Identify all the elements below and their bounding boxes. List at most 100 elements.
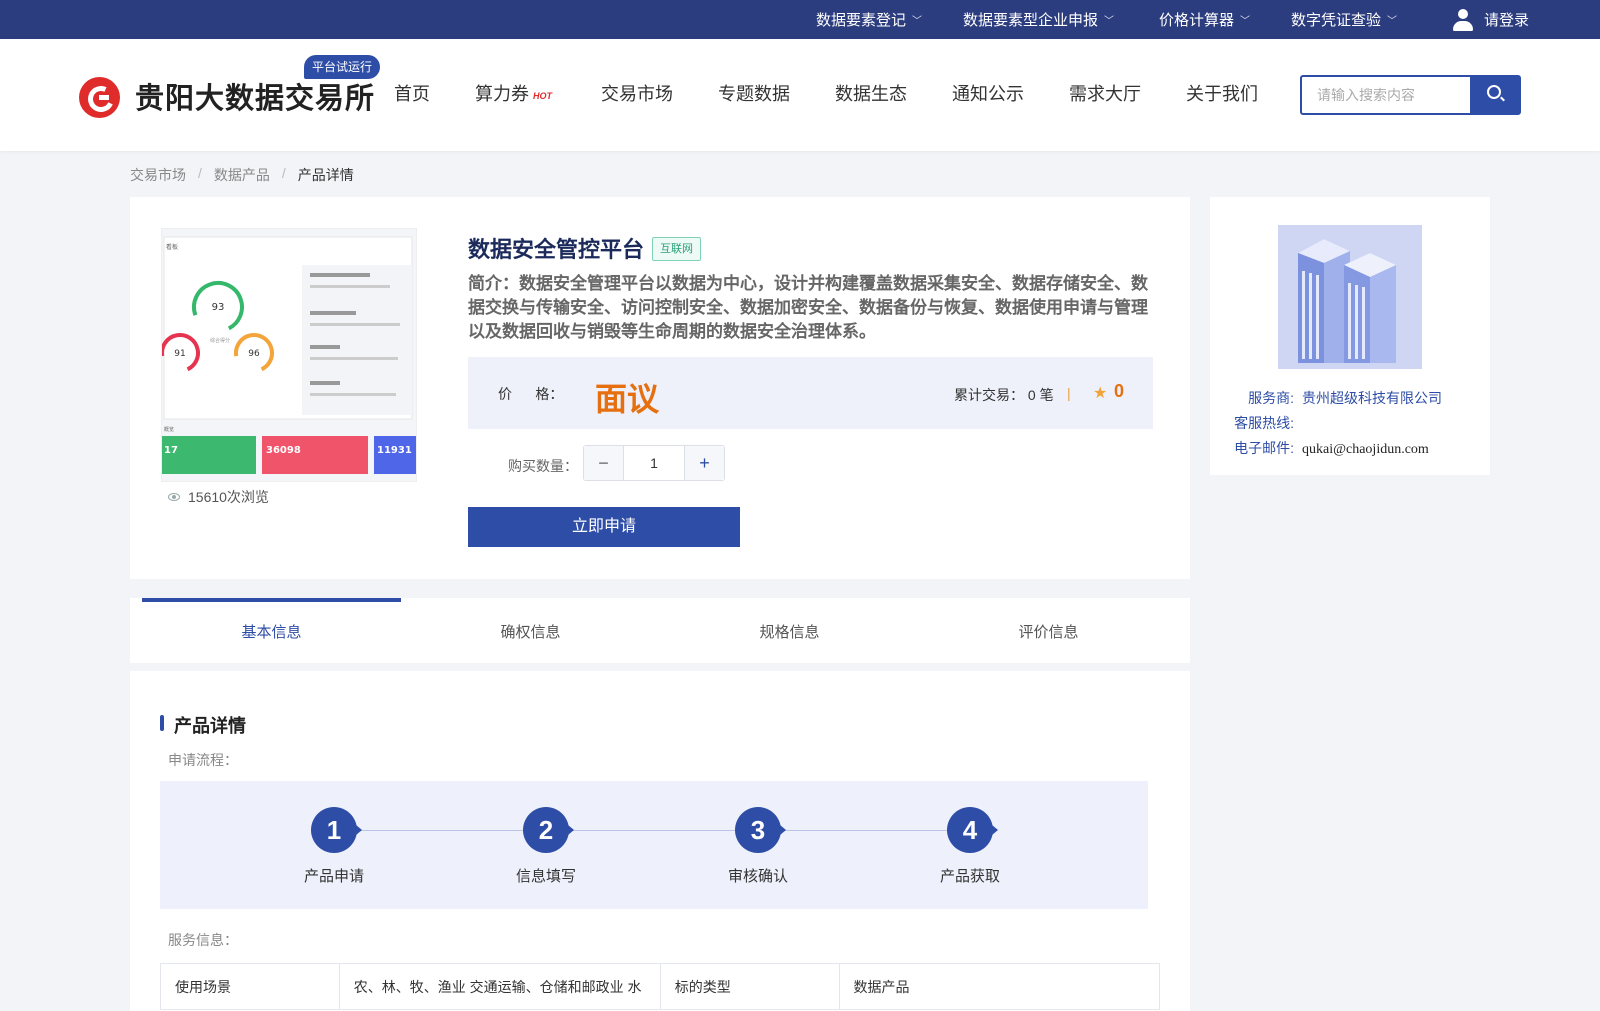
flow-connector	[355, 830, 991, 831]
email-row: 电子邮件: qukai@chaojidun.com	[1219, 438, 1429, 458]
nav-notices[interactable]: 通知公示	[952, 79, 1024, 109]
logo-text[interactable]: 贵阳大数据交易所	[135, 75, 375, 117]
nav-market[interactable]: 交易市场	[601, 79, 673, 109]
price-value: 面议	[595, 381, 660, 417]
login-label: 请登录	[1484, 12, 1530, 29]
svg-text:看板: 看板	[166, 243, 178, 251]
category-tag: 互联网	[652, 237, 701, 261]
price-label: 价 格：	[498, 386, 564, 402]
svg-text:96: 96	[248, 349, 260, 359]
provider-name[interactable]: 贵州超级科技有限公司	[1302, 390, 1442, 406]
quantity-stepper: − 1 +	[583, 445, 725, 481]
table-cell-key: 使用场景	[160, 963, 340, 1010]
search-box	[1300, 75, 1521, 115]
step-label: 产品获取	[939, 868, 1000, 885]
table-cell-value: 农、林、牧、渔业 交通运输、仓储和邮政业 水	[338, 963, 661, 1010]
breadcrumb-market[interactable]: 交易市场	[130, 165, 186, 185]
breadcrumb: 交易市场 / 数据产品 / 产品详情	[130, 165, 354, 185]
nav-demand-hall[interactable]: 需求大厅	[1069, 79, 1141, 109]
step-label: 审核确认	[727, 868, 788, 885]
user-icon	[1452, 8, 1474, 31]
flow-step: 2 信息填写	[486, 807, 606, 886]
service-info-table: 使用场景 农、林、牧、渔业 交通运输、仓储和邮政业 水 标的类型 数据产品	[160, 963, 1161, 1010]
table-cell-value: 数据产品	[838, 963, 1161, 1010]
hotline-key: 客服热线:	[1234, 415, 1294, 431]
nav-compute-voucher[interactable]: 算力券	[475, 79, 529, 109]
svg-text:93: 93	[212, 302, 225, 313]
step-label: 产品申请	[303, 868, 364, 885]
search-input[interactable]	[1302, 77, 1470, 113]
trade-count: 累计交易： 0 笔	[954, 387, 1054, 403]
provider-key: 服务商:	[1248, 390, 1294, 406]
step-number: 4	[947, 807, 998, 853]
quantity-label: 购买数量：	[508, 458, 578, 474]
provider-row: 服务商: 贵州超级科技有限公司	[1219, 388, 1442, 408]
chevron-down-icon: ﹀	[1387, 16, 1398, 27]
view-count: 15610次浏览	[168, 487, 269, 507]
flow-step: 4 产品获取	[910, 807, 1030, 886]
quantity-input[interactable]: 1	[624, 446, 684, 480]
search-button[interactable]	[1470, 75, 1520, 115]
nav-home[interactable]: 首页	[394, 79, 430, 109]
tab-spec-info[interactable]: 规格信息	[660, 598, 919, 663]
trial-badge: 平台试运行	[304, 55, 381, 79]
search-icon	[1487, 85, 1501, 99]
svg-text:91: 91	[174, 349, 185, 359]
chevron-down-icon: ﹀	[1240, 16, 1251, 27]
login-link[interactable]: 请登录	[1452, 0, 1529, 39]
tab-rights-info[interactable]: 确权信息	[401, 598, 660, 663]
svg-text:综合得分: 综合得分	[210, 337, 230, 344]
svg-text:11931: 11931	[377, 445, 412, 456]
view-count-text: 15610次浏览	[188, 489, 269, 505]
product-title: 数据安全管控平台	[468, 237, 645, 262]
step-number: 2	[523, 807, 574, 853]
increase-button[interactable]: +	[684, 446, 724, 480]
hotline-row: 客服热线:	[1219, 413, 1302, 433]
dashboard-preview-image: 看板 93 综合得分 91 96 概览 17 36098 11931	[162, 229, 416, 481]
top-bar: 数据要素登记 ﹀ 数据要素型企业申报 ﹀ 价格计算器 ﹀ 数字凭证查验 ﹀ 请登录	[0, 0, 1600, 39]
eye-icon	[168, 493, 180, 501]
table-row: 使用场景 农、林、牧、渔业 交通运输、仓储和邮政业 水 标的类型 数据产品	[160, 963, 1161, 1010]
price-panel: 价 格： 面议 累计交易： 0 笔 | ★ 0	[468, 357, 1153, 429]
nav-ecosystem[interactable]: 数据生态	[835, 79, 907, 109]
step-label: 信息填写	[515, 868, 576, 885]
topbar-item-certificate-check[interactable]: 数字凭证查验 ﹀	[1291, 0, 1397, 39]
topbar-item-label: 价格计算器	[1159, 12, 1235, 29]
chevron-down-icon: ﹀	[912, 16, 923, 27]
tab-review-info[interactable]: 评价信息	[919, 598, 1178, 663]
decrease-button[interactable]: −	[584, 446, 624, 480]
logo-icon[interactable]	[79, 77, 120, 118]
step-number: 3	[735, 807, 786, 853]
flow-step: 1 产品申请	[274, 807, 394, 886]
table-cell-key: 标的类型	[659, 963, 840, 1010]
hot-badge: HOT	[533, 91, 552, 101]
email-key: 电子邮件:	[1234, 440, 1294, 456]
topbar-item-price-calculator[interactable]: 价格计算器 ﹀	[1159, 0, 1250, 39]
chevron-down-icon: ﹀	[1104, 16, 1115, 27]
topbar-item-label: 数据要素型企业申报	[963, 12, 1099, 29]
topbar-item-label: 数据要素登记	[816, 12, 907, 29]
breadcrumb-separator: /	[198, 165, 202, 181]
favorite-count: 0	[1114, 381, 1125, 401]
nav-topic-data[interactable]: 专题数据	[718, 79, 790, 109]
topbar-item-data-registration[interactable]: 数据要素登记 ﹀	[816, 0, 922, 39]
section-heading: 产品详情	[160, 712, 246, 738]
product-thumbnail[interactable]: 看板 93 综合得分 91 96 概览 17 36098 11931	[161, 228, 417, 482]
service-info-label: 服务信息：	[168, 932, 238, 948]
main-header: 贵阳大数据交易所 平台试运行 首页 算力券 HOT 交易市场 专题数据 数据生态…	[0, 39, 1600, 151]
email-value: qukai@chaojidun.com	[1302, 442, 1429, 457]
topbar-item-enterprise-declare[interactable]: 数据要素型企业申报 ﹀	[963, 0, 1114, 39]
provider-logo	[1278, 225, 1422, 369]
step-number: 1	[311, 807, 362, 853]
flow-label: 申请流程：	[168, 752, 238, 768]
application-flow: 1 产品申请 2 信息填写 3 审核确认 4 产品获取	[160, 781, 1148, 909]
flow-step: 3 审核确认	[698, 807, 818, 886]
svg-text:17: 17	[164, 445, 178, 456]
tab-basic-info[interactable]: 基本信息	[142, 598, 401, 663]
breadcrumb-data-products[interactable]: 数据产品	[214, 165, 270, 185]
nav-about[interactable]: 关于我们	[1186, 79, 1258, 109]
svg-text:36098: 36098	[266, 445, 301, 456]
star-icon[interactable]: ★	[1093, 383, 1107, 403]
product-description: 简介：数据安全管理平台以数据为中心，设计并构建覆盖数据采集安全、数据存储安全、数…	[468, 274, 1148, 341]
apply-now-button[interactable]: 立即申请	[468, 507, 740, 547]
